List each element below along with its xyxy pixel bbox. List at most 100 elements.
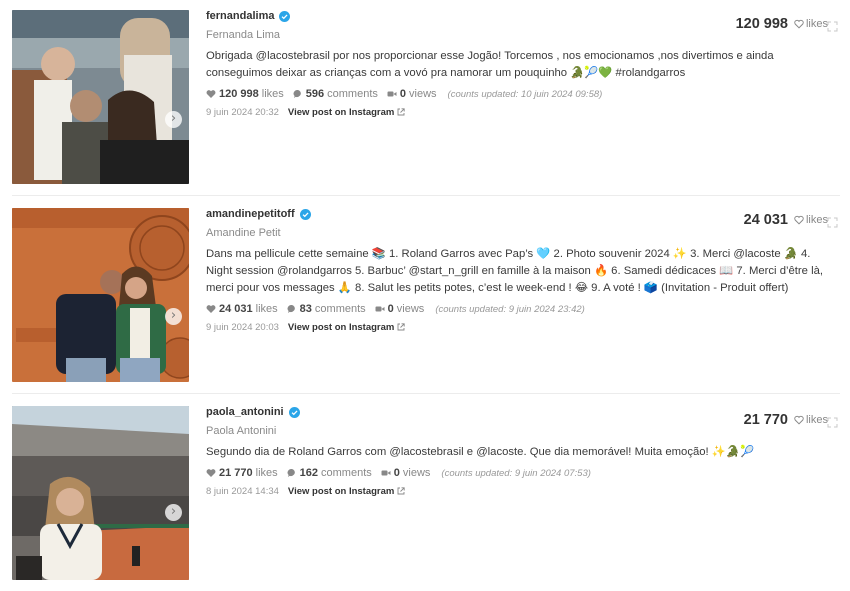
counts-updated-suffix: ) bbox=[587, 467, 591, 479]
likes-word-label: likes bbox=[805, 414, 828, 426]
views-count: 0 bbox=[393, 467, 400, 479]
external-link-icon bbox=[397, 487, 406, 495]
counts-updated-date: 10 juin 2024 09:58 bbox=[520, 88, 600, 100]
comments-count: 596 bbox=[305, 88, 325, 100]
post-caption: Obrigada @lacostebrasil por nos proporci… bbox=[206, 50, 774, 79]
external-link-icon bbox=[397, 108, 406, 116]
post-stats: 120 998 likes 596 comments 0 views (coun… bbox=[206, 86, 836, 102]
view-post-link[interactable]: View post on Instagram bbox=[287, 106, 406, 118]
comments-count: 162 bbox=[299, 467, 319, 479]
view-post-label: View post on Instagram bbox=[287, 321, 395, 333]
post-stats: 24 031 likes 83 comments 0 views (counts… bbox=[206, 301, 836, 317]
counts-updated: (counts updated: 9 juin 2024 07:53) bbox=[441, 468, 591, 479]
counts-updated-prefix: (counts updated: bbox=[441, 467, 513, 479]
post-card: › amandinepetitoff Amandine Petit Dans m… bbox=[0, 196, 850, 394]
heart-icon bbox=[206, 90, 216, 98]
counts-updated-date: 9 juin 2024 07:53 bbox=[514, 467, 588, 479]
views-stat: 0 views bbox=[375, 303, 425, 315]
comments-stat: 83 comments bbox=[287, 303, 366, 315]
views-label: views bbox=[396, 303, 425, 315]
comments-label: comments bbox=[321, 467, 372, 479]
post-photo bbox=[12, 10, 189, 184]
views-count: 0 bbox=[399, 88, 407, 100]
post-card: › paola_antonini Paola Antonini Segundo … bbox=[0, 394, 850, 591]
likes-summary: 120 998 likes bbox=[736, 16, 828, 32]
counts-updated: (counts updated: 10 juin 2024 09:58) bbox=[448, 89, 603, 100]
comment-icon bbox=[287, 468, 295, 477]
likes-word: likes bbox=[794, 214, 828, 226]
likes-word-label: likes bbox=[805, 18, 828, 30]
user-row: paola_antonini bbox=[206, 405, 836, 419]
expand-icon[interactable] bbox=[827, 21, 838, 32]
post-date: 8 juin 2024 14:34 bbox=[206, 485, 279, 497]
counts-updated-suffix: ) bbox=[599, 88, 603, 100]
views-count: 0 bbox=[387, 303, 394, 315]
post-content: amandinepetitoff Amandine Petit Dans ma … bbox=[206, 207, 836, 334]
views-stat: 0 views bbox=[387, 88, 437, 100]
likes-count: 24 031 bbox=[219, 303, 253, 315]
view-post-link[interactable]: View post on Instagram bbox=[288, 486, 406, 497]
likes-total: 21 770 bbox=[743, 412, 788, 428]
counts-updated-prefix: (counts updated: bbox=[447, 88, 519, 100]
carousel-next-button[interactable]: › bbox=[165, 111, 182, 128]
counts-updated-suffix: ) bbox=[581, 303, 585, 315]
post-caption: Segundo dia de Roland Garros com @lacost… bbox=[206, 446, 755, 458]
likes-count: 120 998 bbox=[219, 88, 259, 100]
post-stats: 21 770 likes 162 comments 0 views (count… bbox=[206, 465, 836, 481]
user-row: amandinepetitoff bbox=[206, 207, 836, 221]
post-card: › fernandalima Fernanda Lima Obrigada @l… bbox=[0, 0, 850, 196]
views-label: views bbox=[402, 467, 431, 479]
likes-stat: 21 770 likes bbox=[206, 467, 278, 479]
heart-outline-icon bbox=[794, 215, 804, 225]
views-label: views bbox=[409, 88, 437, 100]
post-thumbnail[interactable]: › bbox=[12, 10, 189, 184]
view-post-link[interactable]: View post on Instagram bbox=[287, 321, 406, 333]
expand-icon[interactable] bbox=[827, 417, 838, 428]
heart-outline-icon bbox=[794, 19, 804, 29]
post-thumbnail[interactable]: › bbox=[12, 406, 189, 580]
video-camera-icon bbox=[387, 91, 397, 97]
carousel-next-button[interactable]: › bbox=[165, 308, 182, 325]
counts-updated-prefix: (counts updated: bbox=[435, 303, 507, 315]
comments-count: 83 bbox=[299, 303, 312, 315]
likes-word-label: likes bbox=[805, 214, 828, 226]
expand-icon[interactable] bbox=[827, 217, 838, 228]
username-link[interactable]: amandinepetitoff bbox=[206, 208, 295, 220]
views-stat: 0 views bbox=[381, 467, 431, 479]
carousel-next-button[interactable]: › bbox=[165, 504, 182, 521]
username-link[interactable]: fernandalima bbox=[206, 10, 274, 22]
post-meta: 8 juin 2024 14:34 View post on Instagram bbox=[206, 484, 836, 498]
likes-total: 120 998 bbox=[735, 16, 788, 32]
comment-icon bbox=[293, 89, 301, 98]
likes-total: 24 031 bbox=[743, 212, 788, 228]
post-photo bbox=[12, 406, 189, 580]
post-date: 9 juin 2024 20:32 bbox=[206, 106, 279, 118]
likes-label: likes bbox=[261, 88, 284, 100]
external-link-icon bbox=[397, 323, 406, 331]
likes-count: 21 770 bbox=[219, 467, 253, 479]
video-camera-icon bbox=[375, 306, 385, 312]
likes-word: likes bbox=[794, 18, 828, 30]
heart-icon bbox=[206, 469, 216, 477]
display-name: Amandine Petit bbox=[206, 227, 281, 239]
likes-stat: 24 031 likes bbox=[206, 303, 278, 315]
likes-label: likes bbox=[255, 303, 278, 315]
heart-icon bbox=[206, 305, 216, 313]
comments-label: comments bbox=[314, 303, 366, 315]
likes-summary: 21 770 likes bbox=[744, 412, 828, 428]
likes-summary: 24 031 likes bbox=[744, 212, 828, 228]
likes-word: likes bbox=[794, 414, 828, 426]
username-link[interactable]: paola_antonini bbox=[206, 406, 284, 418]
heart-outline-icon bbox=[794, 415, 804, 425]
verified-badge-icon bbox=[279, 10, 291, 22]
post-thumbnail[interactable]: › bbox=[12, 208, 189, 382]
comments-label: comments bbox=[327, 88, 378, 100]
counts-updated-date: 9 juin 2024 23:42 bbox=[508, 303, 582, 315]
view-post-label: View post on Instagram bbox=[287, 106, 395, 118]
comments-stat: 162 comments bbox=[287, 467, 372, 479]
video-camera-icon bbox=[381, 470, 391, 476]
comment-icon bbox=[287, 304, 295, 313]
verified-badge-icon bbox=[299, 208, 311, 220]
counts-updated: (counts updated: 9 juin 2024 23:42) bbox=[435, 304, 585, 315]
likes-stat: 120 998 likes bbox=[206, 88, 284, 100]
